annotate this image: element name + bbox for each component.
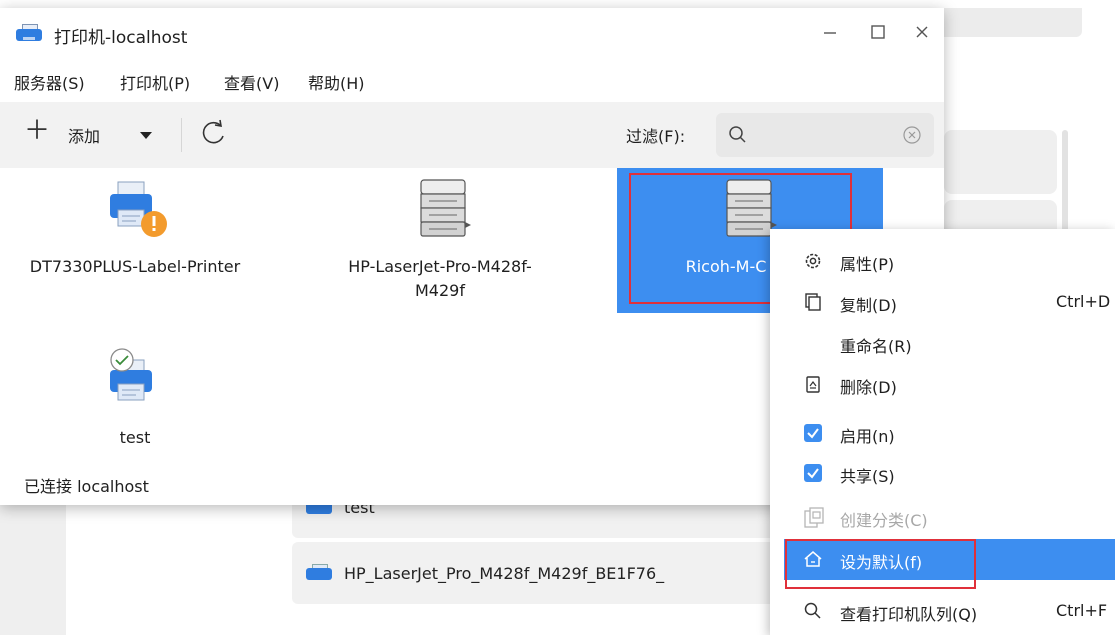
menu-item-share[interactable]: 共享(S) xyxy=(770,453,1115,494)
menu-item-label: 启用(n) xyxy=(840,427,895,446)
background-sidebar xyxy=(0,505,66,635)
printer-name: test xyxy=(119,428,151,447)
printer-warning-icon xyxy=(110,180,170,240)
search-input[interactable] xyxy=(716,113,934,157)
background-printer-name: HP_LaserJet_Pro_M428f_M429f_BE1F76_ xyxy=(344,563,665,583)
menu-view[interactable]: 查看(V) xyxy=(224,70,279,94)
printer-item[interactable]: test xyxy=(10,338,260,458)
add-button[interactable]: 添加 xyxy=(68,123,100,147)
shortcut-label: Ctrl+F xyxy=(1056,601,1108,620)
printer-icon xyxy=(306,564,332,582)
menu-item-view-queue[interactable]: 查看打印机队列(Q) Ctrl+F xyxy=(770,591,1115,632)
printer-app-icon xyxy=(16,24,42,44)
menu-item-label: 创建分类(C) xyxy=(840,511,928,530)
printer-name: HP-LaserJet-Pro-M428f- xyxy=(348,257,532,276)
filter-label: 过滤(F): xyxy=(626,127,686,146)
menu-item-label: 属性(P) xyxy=(840,255,895,274)
menu-item-label: 重命名(R) xyxy=(840,337,912,356)
copy-icon xyxy=(803,292,823,312)
background-titlebar xyxy=(944,8,1082,37)
clear-icon[interactable] xyxy=(902,125,922,145)
status-text: 已连接 localhost xyxy=(24,477,149,496)
refresh-icon[interactable] xyxy=(196,115,232,151)
background-printer-row[interactable]: HP_LaserJet_Pro_M428f_M429f_BE1F76_ xyxy=(292,542,792,604)
printer-name: DT7330PLUS-Label-Printer xyxy=(29,257,241,276)
printer-ok-icon xyxy=(106,346,166,406)
gear-icon xyxy=(803,251,823,271)
minimize-icon[interactable] xyxy=(818,20,842,44)
toolbar-separator xyxy=(181,118,182,152)
menu-printer[interactable]: 打印机(P) xyxy=(120,70,190,94)
menu-item-label: 查看打印机队列(Q) xyxy=(840,605,978,624)
menu-item-label: 删除(D) xyxy=(840,378,897,397)
annotation-box-set-default xyxy=(785,539,976,589)
plus-icon[interactable]: ＋ xyxy=(24,116,50,146)
shortcut-label: Ctrl+D xyxy=(1056,292,1111,311)
menu-item-enable[interactable]: 启用(n) xyxy=(770,413,1115,454)
background-card xyxy=(944,130,1057,194)
checkbox-checked-icon[interactable] xyxy=(803,423,823,443)
search-icon xyxy=(728,125,748,145)
menu-item-label: 共享(S) xyxy=(840,467,895,486)
chevron-down-icon[interactable] xyxy=(140,132,152,139)
menu-item-create-class[interactable]: 创建分类(C) xyxy=(770,497,1115,538)
trash-icon xyxy=(803,374,823,394)
menu-item-copy[interactable]: 复制(D) Ctrl+D xyxy=(770,282,1115,323)
search-icon xyxy=(803,601,823,621)
menubar: 服务器(S) 打印机(P) 查看(V) 帮助(H) xyxy=(0,58,944,102)
printer-name-line2: M429f xyxy=(415,281,465,300)
checkbox-checked-icon[interactable] xyxy=(803,463,823,483)
menu-item-properties[interactable]: 属性(P) xyxy=(770,241,1115,282)
printer-item[interactable]: HP-LaserJet-Pro-M428f- M429f xyxy=(315,168,565,318)
menu-item-label: 复制(D) xyxy=(840,296,897,315)
copy-icon xyxy=(803,507,824,528)
titlebar[interactable]: 打印机-localhost xyxy=(0,8,944,58)
menu-item-delete[interactable]: 删除(D) xyxy=(770,364,1115,405)
toolbar: ＋ 添加 过滤(F): xyxy=(0,102,944,168)
menu-item-rename[interactable]: 重命名(R) xyxy=(770,323,1115,364)
menu-server[interactable]: 服务器(S) xyxy=(14,70,85,94)
laser-printer-icon xyxy=(415,178,475,240)
menu-help[interactable]: 帮助(H) xyxy=(308,70,365,94)
window-title: 打印机-localhost xyxy=(54,28,188,48)
close-icon[interactable] xyxy=(910,20,934,44)
printer-item[interactable]: DT7330PLUS-Label-Printer xyxy=(10,168,260,318)
maximize-icon[interactable] xyxy=(866,20,890,44)
